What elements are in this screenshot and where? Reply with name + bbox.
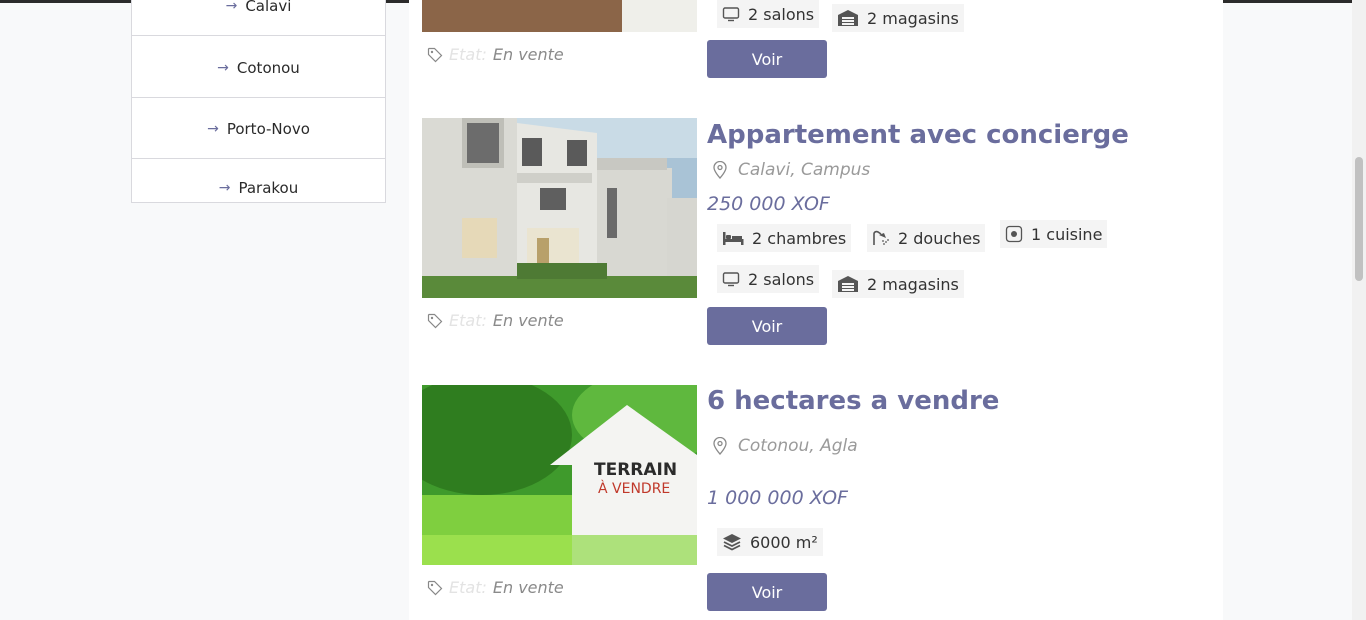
listing-status: Etat: En vente xyxy=(427,311,564,330)
scrollbar-thumb[interactable] xyxy=(1355,157,1363,281)
arrow-right-icon: → xyxy=(207,120,219,137)
listing-status: Etat: En vente xyxy=(427,578,564,597)
layers-icon xyxy=(723,534,741,551)
bed-icon xyxy=(723,232,744,245)
feature-salons: 2 salons xyxy=(717,0,820,28)
feature-chambres: 2 chambres xyxy=(717,224,852,252)
listing-location: Calavi, Campus xyxy=(712,160,870,180)
arrow-right-icon: → xyxy=(218,180,231,196)
listing-price: 250 000 XOF xyxy=(707,193,830,215)
listing-price: 1 000 000 XOF xyxy=(707,487,848,509)
listing-title[interactable]: 6 hectares a vendre xyxy=(707,386,999,416)
city-sidebar: → Calavi → Cotonou → Porto-Novo → Parako… xyxy=(131,0,386,203)
listing-location: Cotonou, Agla xyxy=(712,436,858,456)
tv-icon xyxy=(722,272,740,287)
listing-photo[interactable]: TERRAIN À VENDRE xyxy=(392,370,732,565)
sidebar-item-label: Cotonou xyxy=(236,58,300,77)
image-text-terrain: TERRAIN xyxy=(594,460,677,480)
view-button[interactable]: Voir xyxy=(707,573,827,611)
shower-icon xyxy=(873,230,889,245)
location-pin-icon xyxy=(713,161,727,179)
sidebar-item-label: Parakou xyxy=(238,179,299,197)
sidebar-item-porto-novo[interactable]: → Porto-Novo xyxy=(132,99,385,159)
listing-title[interactable]: Appartement avec concierge xyxy=(707,120,1129,150)
feature-magasins: 2 magasins xyxy=(832,4,964,32)
feature-magasins: 2 magasins xyxy=(832,270,964,298)
stove-icon xyxy=(1005,225,1023,243)
location-pin-icon xyxy=(713,437,727,455)
sidebar-item-label: Calavi xyxy=(245,0,292,15)
arrow-right-icon: → xyxy=(225,0,238,14)
tag-icon xyxy=(427,313,443,328)
feature-salons: 2 salons xyxy=(717,265,820,293)
sidebar-item-cotonou[interactable]: → Cotonou xyxy=(132,38,385,98)
listing-status: Etat: En vente xyxy=(427,45,564,64)
garage-icon xyxy=(838,10,858,26)
feature-surface: 6000 m² xyxy=(717,528,823,556)
feature-cuisine: 1 cuisine xyxy=(1000,220,1108,248)
listing-photo[interactable] xyxy=(422,118,697,298)
sidebar-item-label: Porto-Novo xyxy=(226,119,310,138)
sidebar-item-calavi[interactable]: → Calavi xyxy=(132,0,385,36)
sidebar-item-parakou[interactable]: → Parakou xyxy=(132,159,385,217)
page-scrollbar[interactable] xyxy=(1352,0,1366,620)
tag-icon xyxy=(427,47,443,62)
feature-douches: 2 douches xyxy=(867,224,986,252)
listing-photo[interactable] xyxy=(422,0,697,32)
tag-icon xyxy=(427,580,443,595)
garage-icon xyxy=(838,276,858,292)
tv-icon xyxy=(722,7,740,22)
arrow-right-icon: → xyxy=(217,59,229,76)
view-button[interactable]: Voir xyxy=(707,40,827,78)
view-button[interactable]: Voir xyxy=(707,307,827,345)
image-text-a-vendre: À VENDRE xyxy=(598,480,670,497)
